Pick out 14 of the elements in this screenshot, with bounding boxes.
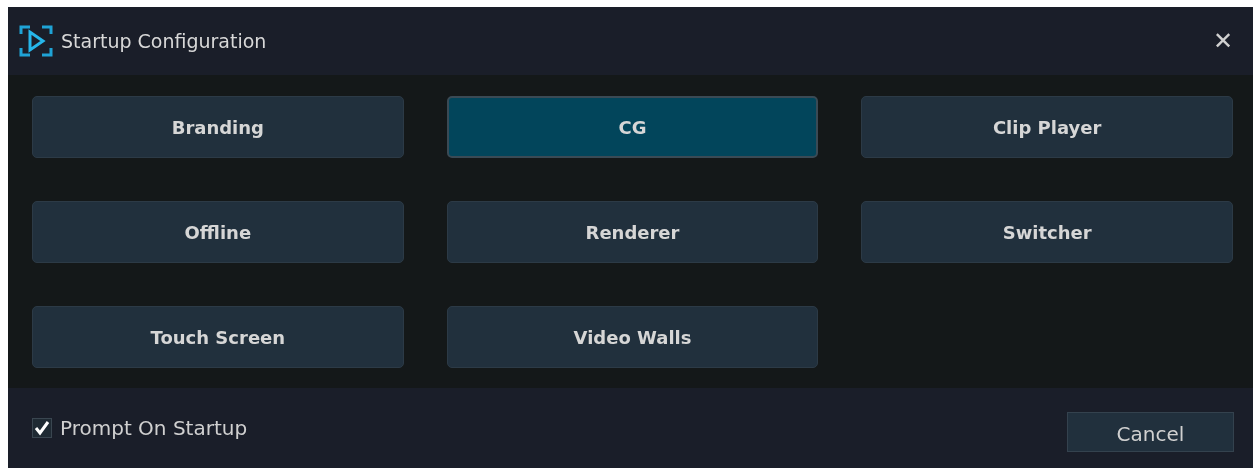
option-button[interactable]: Switcher [861,201,1233,263]
close-button[interactable]: ✕ [1204,25,1241,57]
option-button[interactable]: Video Walls [446,306,819,368]
option-button[interactable]: Branding [32,96,404,158]
option-button[interactable]: Touch Screen [32,306,404,368]
option-button[interactable]: Offline [32,201,404,263]
checkmark-icon [34,420,50,436]
option-button[interactable]: Clip Player [861,96,1233,158]
prompt-checkbox[interactable]: Prompt On Startup [32,413,248,443]
option-button[interactable]: Renderer [446,201,819,263]
option-button[interactable]: CG [446,96,819,158]
cancel-button[interactable]: Cancel [1067,412,1234,452]
window-title: Startup Configuration [61,28,268,54]
app-logo-icon [19,24,53,58]
